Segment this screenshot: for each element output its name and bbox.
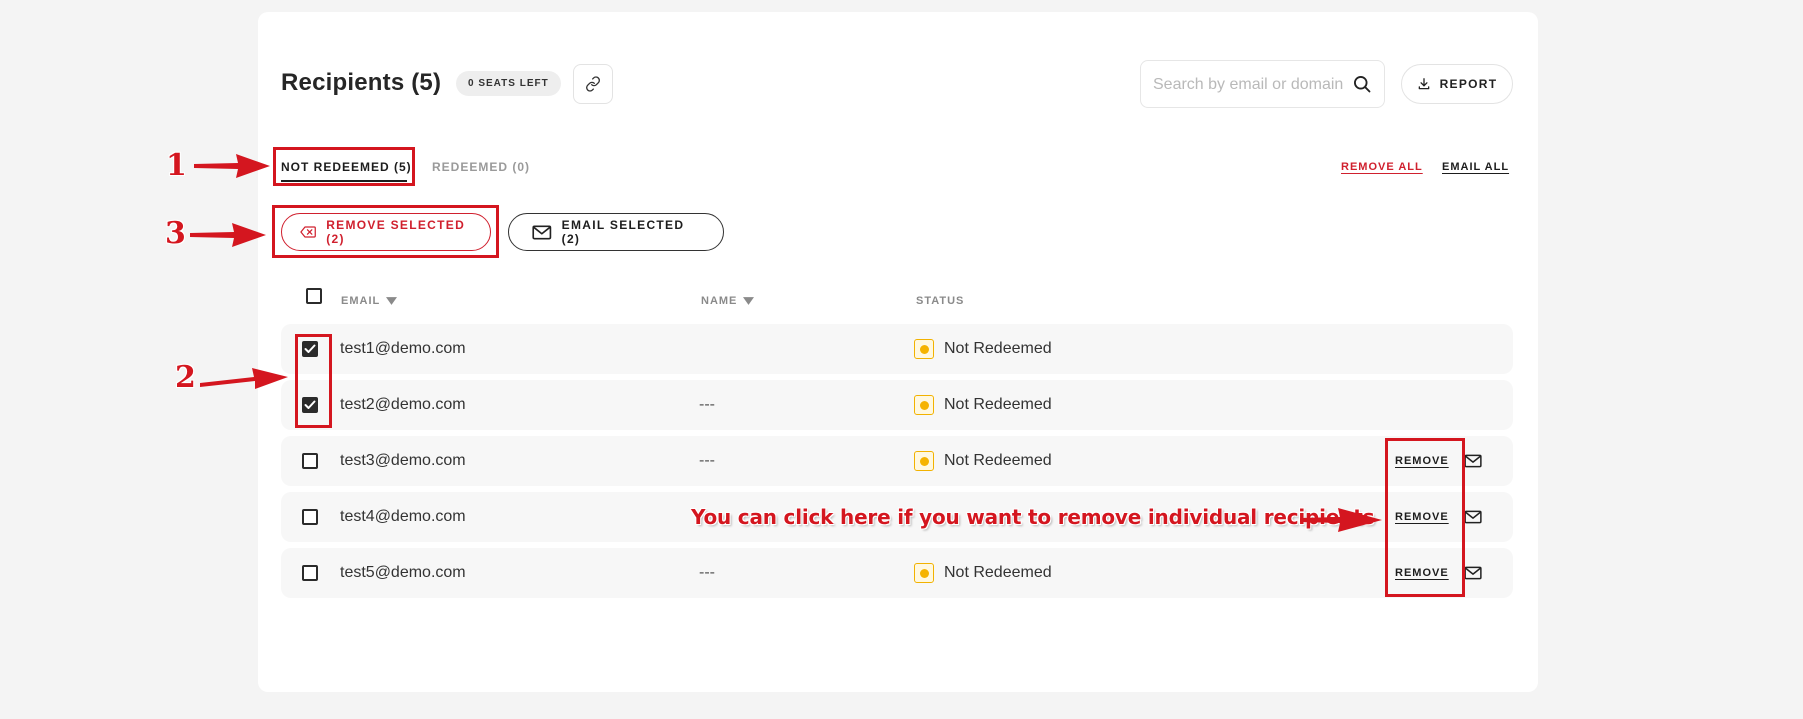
annotation-number-1: 1 (166, 148, 187, 183)
download-icon (1418, 78, 1429, 90)
column-header-status: STATUS (916, 295, 965, 307)
copy-link-button[interactable] (573, 64, 613, 104)
status-pending-icon (914, 451, 934, 471)
annotation-box-remove-selected (272, 205, 499, 258)
row-name: --- (699, 564, 715, 581)
mail-icon[interactable] (1464, 454, 1482, 468)
row-status-label: Not Redeemed (944, 340, 1052, 357)
report-label: REPORT (1439, 77, 1498, 91)
row-email: test2@demo.com (340, 396, 466, 413)
mail-icon[interactable] (1464, 510, 1482, 524)
status-pending-icon (914, 339, 934, 359)
mail-icon (532, 225, 552, 239)
select-all-checkbox[interactable] (306, 288, 322, 304)
tab-redeemed[interactable]: REDEEMED (0) (432, 160, 530, 174)
remove-all-link[interactable]: REMOVE ALL (1341, 161, 1423, 173)
arrow-3 (190, 223, 266, 247)
email-all-link[interactable]: EMAIL ALL (1442, 161, 1509, 173)
sort-caret-icon (743, 297, 755, 305)
row-email-button[interactable] (1464, 548, 1482, 598)
annotation-box-checkboxes (295, 334, 332, 428)
row-name: --- (699, 396, 715, 413)
status-pending-icon (914, 563, 934, 583)
report-button[interactable]: REPORT (1401, 64, 1513, 104)
row-email: test3@demo.com (340, 452, 466, 469)
table-row[interactable]: test2@demo.com --- Not Redeemed (281, 380, 1513, 430)
seats-left-badge: 0 SEATS LEFT (456, 71, 561, 96)
search-icon[interactable] (1352, 74, 1372, 94)
annotation-box-remove-links (1385, 438, 1465, 597)
row-status-label: Not Redeemed (944, 396, 1052, 413)
annotation-number-3: 3 (165, 216, 186, 251)
search-input[interactable] (1153, 73, 1343, 97)
column-header-name[interactable]: NAME (701, 295, 755, 307)
row-name: --- (699, 452, 715, 469)
column-header-email[interactable]: EMAIL (341, 295, 398, 307)
row-email-button[interactable] (1464, 492, 1482, 542)
mail-icon[interactable] (1464, 566, 1482, 580)
search-field[interactable] (1140, 60, 1385, 108)
annotation-note: You can click here if you want to remove… (691, 505, 1375, 529)
row-checkbox[interactable] (302, 453, 318, 469)
row-checkbox[interactable] (302, 565, 318, 581)
link-icon (586, 76, 600, 92)
row-email: test5@demo.com (340, 564, 466, 581)
row-status: Not Redeemed (914, 380, 1052, 430)
status-pending-icon (914, 395, 934, 415)
row-email-button[interactable] (1464, 436, 1482, 486)
table-row[interactable]: test1@demo.com Not Redeemed (281, 324, 1513, 374)
table-row[interactable]: test3@demo.com --- Not Redeemed REMOVE (281, 436, 1513, 486)
row-status: Not Redeemed (914, 548, 1052, 598)
row-status: Not Redeemed (914, 436, 1052, 486)
row-checkbox[interactable] (302, 509, 318, 525)
annotation-number-2: 2 (175, 360, 196, 395)
row-status: Not Redeemed (914, 324, 1052, 374)
table-row[interactable]: test5@demo.com --- Not Redeemed REMOVE (281, 548, 1513, 598)
sort-caret-icon (386, 297, 398, 305)
email-selected-label: EMAIL SELECTED (2) (561, 218, 685, 246)
row-status-label: Not Redeemed (944, 564, 1052, 581)
page-title: Recipients (5) (281, 69, 442, 96)
row-status-label: Not Redeemed (944, 452, 1052, 469)
row-email: test4@demo.com (340, 508, 466, 525)
recipients-card: Recipients (5) 0 SEATS LEFT REPORT NOT R… (258, 12, 1538, 692)
email-selected-button[interactable]: EMAIL SELECTED (2) (508, 213, 724, 251)
row-email: test1@demo.com (340, 340, 466, 357)
annotation-box-tab (273, 147, 415, 186)
